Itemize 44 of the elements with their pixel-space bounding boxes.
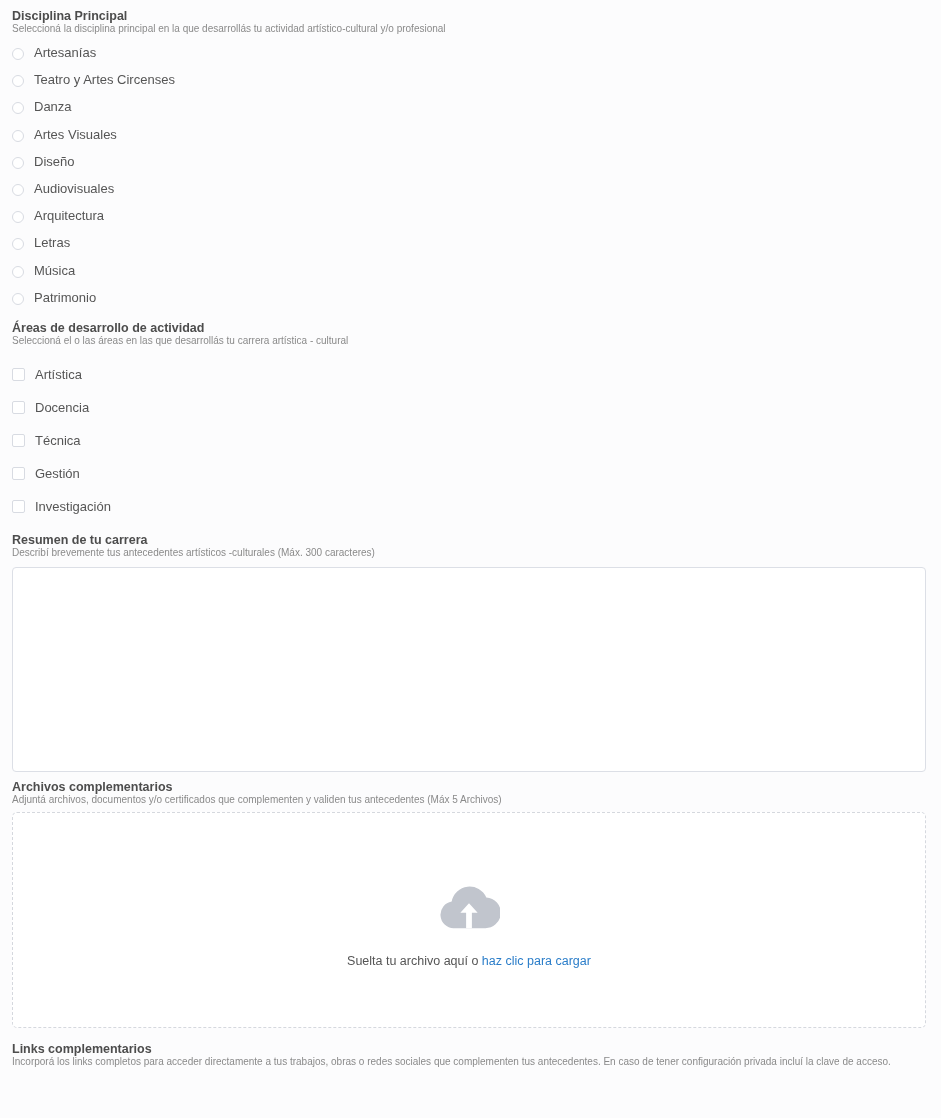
radio-button[interactable] — [12, 102, 24, 115]
option-label[interactable]: Investigación — [35, 498, 111, 514]
section-description: Seleccioná la disciplina principal en la que desarrollás tu actividad artístico-cultural y/o profesional — [12, 23, 447, 35]
option-label[interactable]: Artes Visuales — [34, 126, 117, 142]
section-description: Incorporá los links completos para acceder directamente a tus trabajos, obras o redes sociales que complementen tus antecedentes. En caso de tener configuración privada incluí la clave de acceso. — [12, 1055, 892, 1068]
file-dropzone[interactable]: Suelta tu archivo aquí o haz clic para cargar — [12, 811, 926, 1028]
checkbox[interactable] — [12, 433, 25, 447]
section-title: Áreas de desarrollo de actividad — [12, 320, 206, 335]
drop-instructions: Suelta tu archivo aquí o haz clic para cargar — [347, 953, 591, 968]
option-label[interactable]: Artística — [35, 366, 82, 382]
upload-link[interactable]: haz clic para cargar — [481, 953, 591, 968]
section-title: Disciplina Principal — [12, 9, 129, 23]
radio-button[interactable] — [12, 265, 24, 278]
radio-button[interactable] — [12, 211, 24, 224]
section-title: Archivos complementarios — [12, 779, 174, 794]
option-label[interactable]: Música — [34, 262, 76, 278]
radio-button[interactable] — [12, 292, 24, 305]
radio-button[interactable] — [12, 238, 24, 251]
checkbox[interactable] — [12, 466, 25, 480]
section-description: Seleccioná el o las áreas en las que desarrollás tu carrera artística - cultural — [12, 334, 350, 347]
option-label[interactable]: Docencia — [35, 399, 90, 415]
section-description: Describí brevemente tus antecedentes artísticos -culturales (Máx. 300 caracteres) — [12, 546, 376, 559]
option-label[interactable]: Audiovisuales — [34, 181, 115, 197]
option-label[interactable]: Teatro y Artes Circenses — [34, 72, 175, 88]
checkbox[interactable] — [12, 499, 25, 513]
option-label[interactable]: Gestión — [35, 465, 80, 481]
checkbox[interactable] — [12, 400, 25, 414]
section-title: Links complementarios — [12, 1041, 153, 1056]
option-label[interactable]: Danza — [34, 99, 72, 115]
radio-button[interactable] — [12, 184, 24, 197]
section-description: Adjuntá archivos, documentos y/o certificados que complementen y validen tus antecedentes (Máx 5 Archivos) — [12, 793, 503, 806]
option-label[interactable]: Técnica — [35, 432, 81, 448]
option-label[interactable]: Diseño — [34, 153, 75, 169]
radio-button[interactable] — [12, 156, 24, 169]
radio-button[interactable] — [12, 129, 24, 142]
checkbox[interactable] — [12, 367, 25, 381]
option-label[interactable]: Patrimonio — [34, 289, 97, 305]
radio-button[interactable] — [12, 75, 24, 88]
option-label[interactable]: Letras — [34, 235, 71, 251]
summary-textarea[interactable] — [12, 566, 926, 772]
section-title: Resumen de tu carrera — [12, 532, 149, 547]
option-label[interactable]: Artesanías — [34, 45, 97, 61]
radio-button[interactable] — [12, 48, 24, 61]
option-label[interactable]: Arquitectura — [34, 208, 105, 224]
